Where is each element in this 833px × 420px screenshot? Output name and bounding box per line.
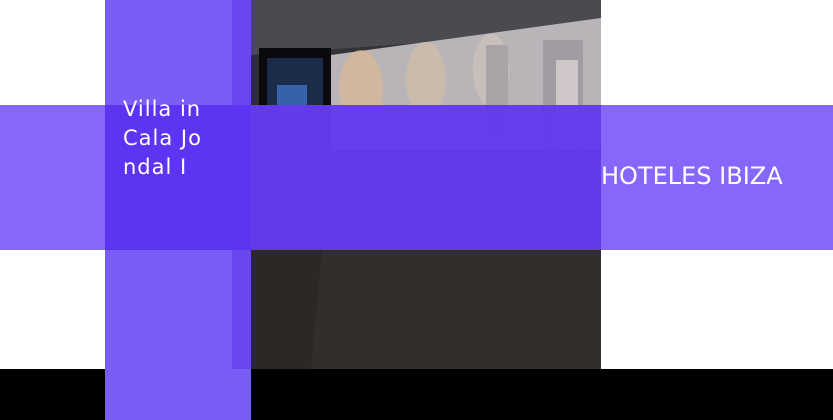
page-title: Villa in Cala Jondal I [123,97,202,179]
brand-label[interactable]: HOTELES IBIZA [601,160,783,192]
hero-banner: Villa in Cala Jondal I HOTELES IBIZA [0,0,833,420]
title-band-photo-tint [251,105,601,250]
